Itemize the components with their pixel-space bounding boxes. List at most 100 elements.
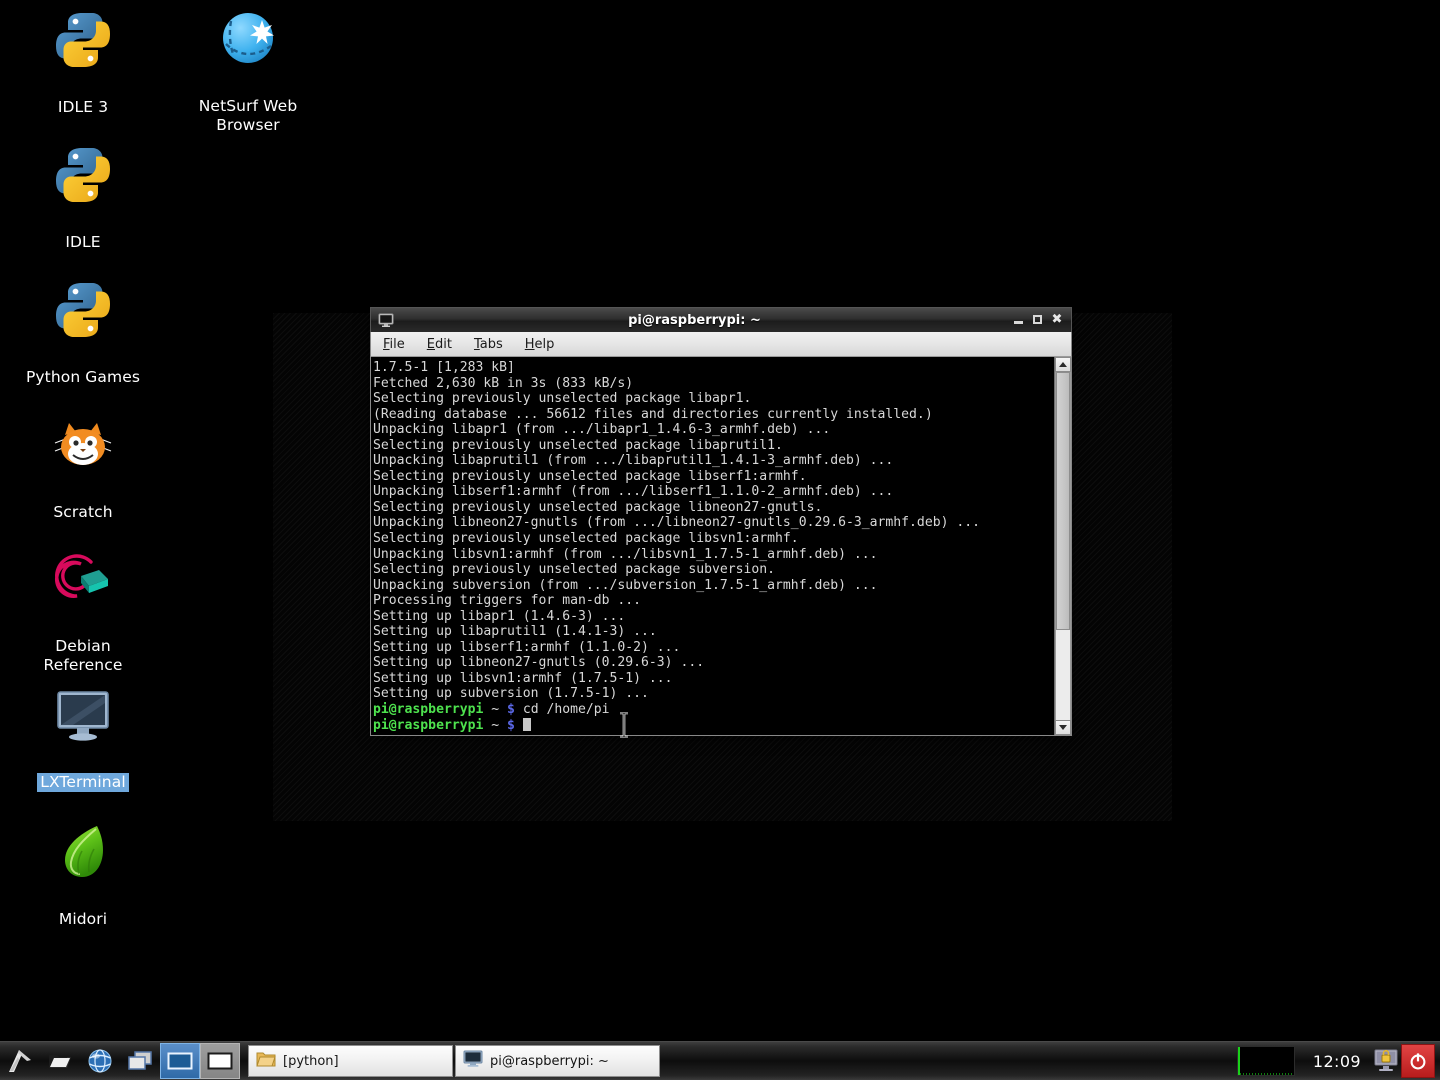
- scroll-down-button[interactable]: [1055, 720, 1071, 735]
- desktop-icon-python-games[interactable]: Python Games: [18, 278, 148, 387]
- terminal-output-line: Selecting previously unselected package …: [373, 562, 776, 578]
- prompt-user-host: pi@raspberrypi: [373, 717, 484, 733]
- shutdown-icon[interactable]: [1401, 1044, 1435, 1078]
- cpu-usage-monitor[interactable]: [1236, 1046, 1295, 1076]
- scratch-icon: [51, 413, 115, 477]
- terminal-cursor: [522, 717, 531, 731]
- desktop-icon-debian-reference[interactable]: Debian Reference: [18, 548, 148, 675]
- minimize-button[interactable]: [1013, 314, 1025, 326]
- terminal-output-line: Unpacking subversion (from .../subversio…: [373, 577, 878, 593]
- desktop-icon-label: NetSurf Web Browser: [198, 97, 298, 134]
- workspace-1-button[interactable]: [160, 1043, 200, 1079]
- terminal-output-line: Setting up libapr1 (1.4.6-3) ...: [373, 608, 626, 624]
- window-task-buttons[interactable]: [python] pi@raspberrypi: ~: [248, 1045, 1237, 1077]
- show-desktop-icon[interactable]: [120, 1043, 160, 1079]
- desktop-icon-label: IDLE 3: [57, 98, 109, 116]
- terminal-output-line: Setting up libaprutil1 (1.4.1-3) ...: [373, 624, 657, 640]
- menu-edit[interactable]: Edit: [427, 337, 452, 352]
- terminal-output-line: Selecting previously unselected package …: [373, 499, 823, 515]
- scrollbar-thumb[interactable]: [1056, 372, 1070, 630]
- terminal-output-line: 1.7.5-1 [1,283 kB]: [373, 360, 515, 375]
- lock-screen-icon[interactable]: [1371, 1046, 1401, 1076]
- menu-mnemonic: H: [524, 336, 535, 352]
- scrollbar-track[interactable]: [1055, 372, 1071, 720]
- menu-label-rest: elp: [534, 336, 555, 352]
- cpu-graph-baseline: [1239, 1073, 1294, 1075]
- terminal-output-line: Unpacking libserf1:armhf (from .../libse…: [373, 484, 894, 500]
- terminal-title: pi@raspberrypi: ~: [628, 312, 761, 328]
- terminal-output[interactable]: 1.7.5-1 [1,283 kB] Fetched 2,630 kB in 3s…: [371, 357, 1054, 735]
- midori-icon: [51, 820, 115, 884]
- netsurf-icon: [216, 8, 280, 72]
- terminal-menubar[interactable]: File Edit Tabs Help: [370, 332, 1072, 357]
- desktop-icon-label: Midori: [58, 910, 108, 928]
- workspace-2-button[interactable]: [200, 1043, 240, 1079]
- terminal-output-line: Selecting previously unselected package …: [373, 391, 752, 407]
- terminal-output-line: Setting up subversion (1.7.5-1) ...: [373, 686, 649, 702]
- python-icon: [51, 8, 115, 72]
- taskbar[interactable]: [python] pi@raspberrypi: ~ 12:09: [0, 1041, 1440, 1080]
- terminal-output-line: Unpacking libapr1 (from .../libapr1_1.4.…: [373, 422, 831, 438]
- terminal-prompt-line: pi@raspberrypi ~ $ cd /home/pi: [373, 702, 1050, 718]
- menu-file[interactable]: File: [383, 337, 405, 352]
- window-controls[interactable]: ✖: [1013, 313, 1063, 326]
- terminal-output-line: Unpacking libaprutil1 (from .../libaprut…: [373, 453, 894, 469]
- taskbar-window-button[interactable]: [python]: [248, 1045, 453, 1077]
- terminal-output-line: Setting up libneon27-gnutls (0.29.6-3) .…: [373, 655, 705, 671]
- taskbar-window-button[interactable]: pi@raspberrypi: ~: [455, 1045, 660, 1077]
- terminal-output-line: Selecting previously unselected package …: [373, 531, 799, 547]
- menu-label-rest: dit: [435, 336, 452, 352]
- folder-icon: [256, 1050, 276, 1072]
- web-browser-icon[interactable]: [80, 1043, 120, 1079]
- prompt-cwd: ~: [491, 702, 500, 718]
- system-tray[interactable]: 12:09: [1236, 1043, 1438, 1079]
- desktop-icon-label: Debian Reference: [43, 637, 123, 674]
- menu-mnemonic: E: [426, 336, 435, 352]
- terminal-output-line: Selecting previously unselected package …: [373, 437, 783, 453]
- maximize-button[interactable]: [1032, 314, 1044, 326]
- menu-label-rest: ile: [389, 336, 405, 352]
- prompt-user-host: pi@raspberrypi: [373, 702, 484, 718]
- desktop-icon-idle[interactable]: IDLE: [18, 143, 148, 252]
- terminal-output-line: Fetched 2,630 kB in 3s (833 kB/s): [373, 375, 634, 391]
- terminal-body[interactable]: 1.7.5-1 [1,283 kB] Fetched 2,630 kB in 3s…: [370, 357, 1072, 736]
- prompt-symbol: $: [507, 702, 515, 718]
- terminal-output-line: (Reading database ... 56612 files and di…: [373, 406, 933, 422]
- terminal-window[interactable]: pi@raspberrypi: ~ ✖ File Edit Tabs Help 1.7…: [370, 307, 1072, 736]
- cpu-graph-bar: [1237, 1047, 1240, 1075]
- desktop[interactable]: IDLE 3 NetSurf Web Browser IDLE Python G…: [0, 0, 1440, 1080]
- desktop-icon-label: LXTerminal: [37, 773, 129, 792]
- desktop-icon-label: IDLE: [65, 233, 101, 251]
- scroll-up-button[interactable]: [1055, 357, 1071, 372]
- menu-help[interactable]: Help: [525, 337, 555, 352]
- taskbar-window-label: [python]: [283, 1053, 339, 1069]
- terminal-output-line: Setting up libsvn1:armhf (1.7.5-1) ...: [373, 670, 673, 686]
- terminal-output-line: Processing triggers for man-db ...: [373, 593, 642, 609]
- menu-label-rest: abs: [479, 336, 503, 352]
- desktop-icon-scratch[interactable]: Scratch: [18, 413, 148, 522]
- terminal-executed-command: cd /home/pi: [522, 702, 610, 718]
- terminal-output-line: Unpacking libneon27-gnutls (from .../lib…: [373, 515, 980, 531]
- monitor-icon: [51, 683, 115, 747]
- desktop-icon-midori[interactable]: Midori: [18, 820, 148, 929]
- desktop-icon-label: Scratch: [53, 503, 113, 521]
- desktop-icon-idle-3[interactable]: IDLE 3: [18, 8, 148, 117]
- desktop-icon-lxterminal[interactable]: LXTerminal: [18, 683, 148, 792]
- terminal-icon: [463, 1050, 483, 1072]
- file-manager-icon[interactable]: [40, 1043, 80, 1079]
- terminal-output-line: Setting up libserf1:armhf (1.1.0-2) ...: [373, 639, 681, 655]
- terminal-titlebar[interactable]: pi@raspberrypi: ~ ✖: [370, 307, 1072, 332]
- python-icon: [51, 143, 115, 207]
- desktop-icon-netsurf-web-browser[interactable]: NetSurf Web Browser: [183, 8, 313, 135]
- clock[interactable]: 12:09: [1303, 1052, 1371, 1071]
- menu-icon[interactable]: [0, 1043, 40, 1079]
- terminal-output-line: Selecting previously unselected package …: [373, 468, 807, 484]
- debian-icon: [51, 548, 115, 612]
- terminal-scrollbar[interactable]: [1054, 357, 1071, 735]
- terminal-output-line: Unpacking libsvn1:armhf (from .../libsvn…: [373, 546, 878, 562]
- prompt-cwd: ~: [491, 717, 500, 733]
- close-button[interactable]: ✖: [1051, 313, 1063, 326]
- terminal-prompt-line: pi@raspberrypi ~ $: [373, 717, 1050, 734]
- python-icon: [51, 278, 115, 342]
- menu-tabs[interactable]: Tabs: [474, 337, 503, 352]
